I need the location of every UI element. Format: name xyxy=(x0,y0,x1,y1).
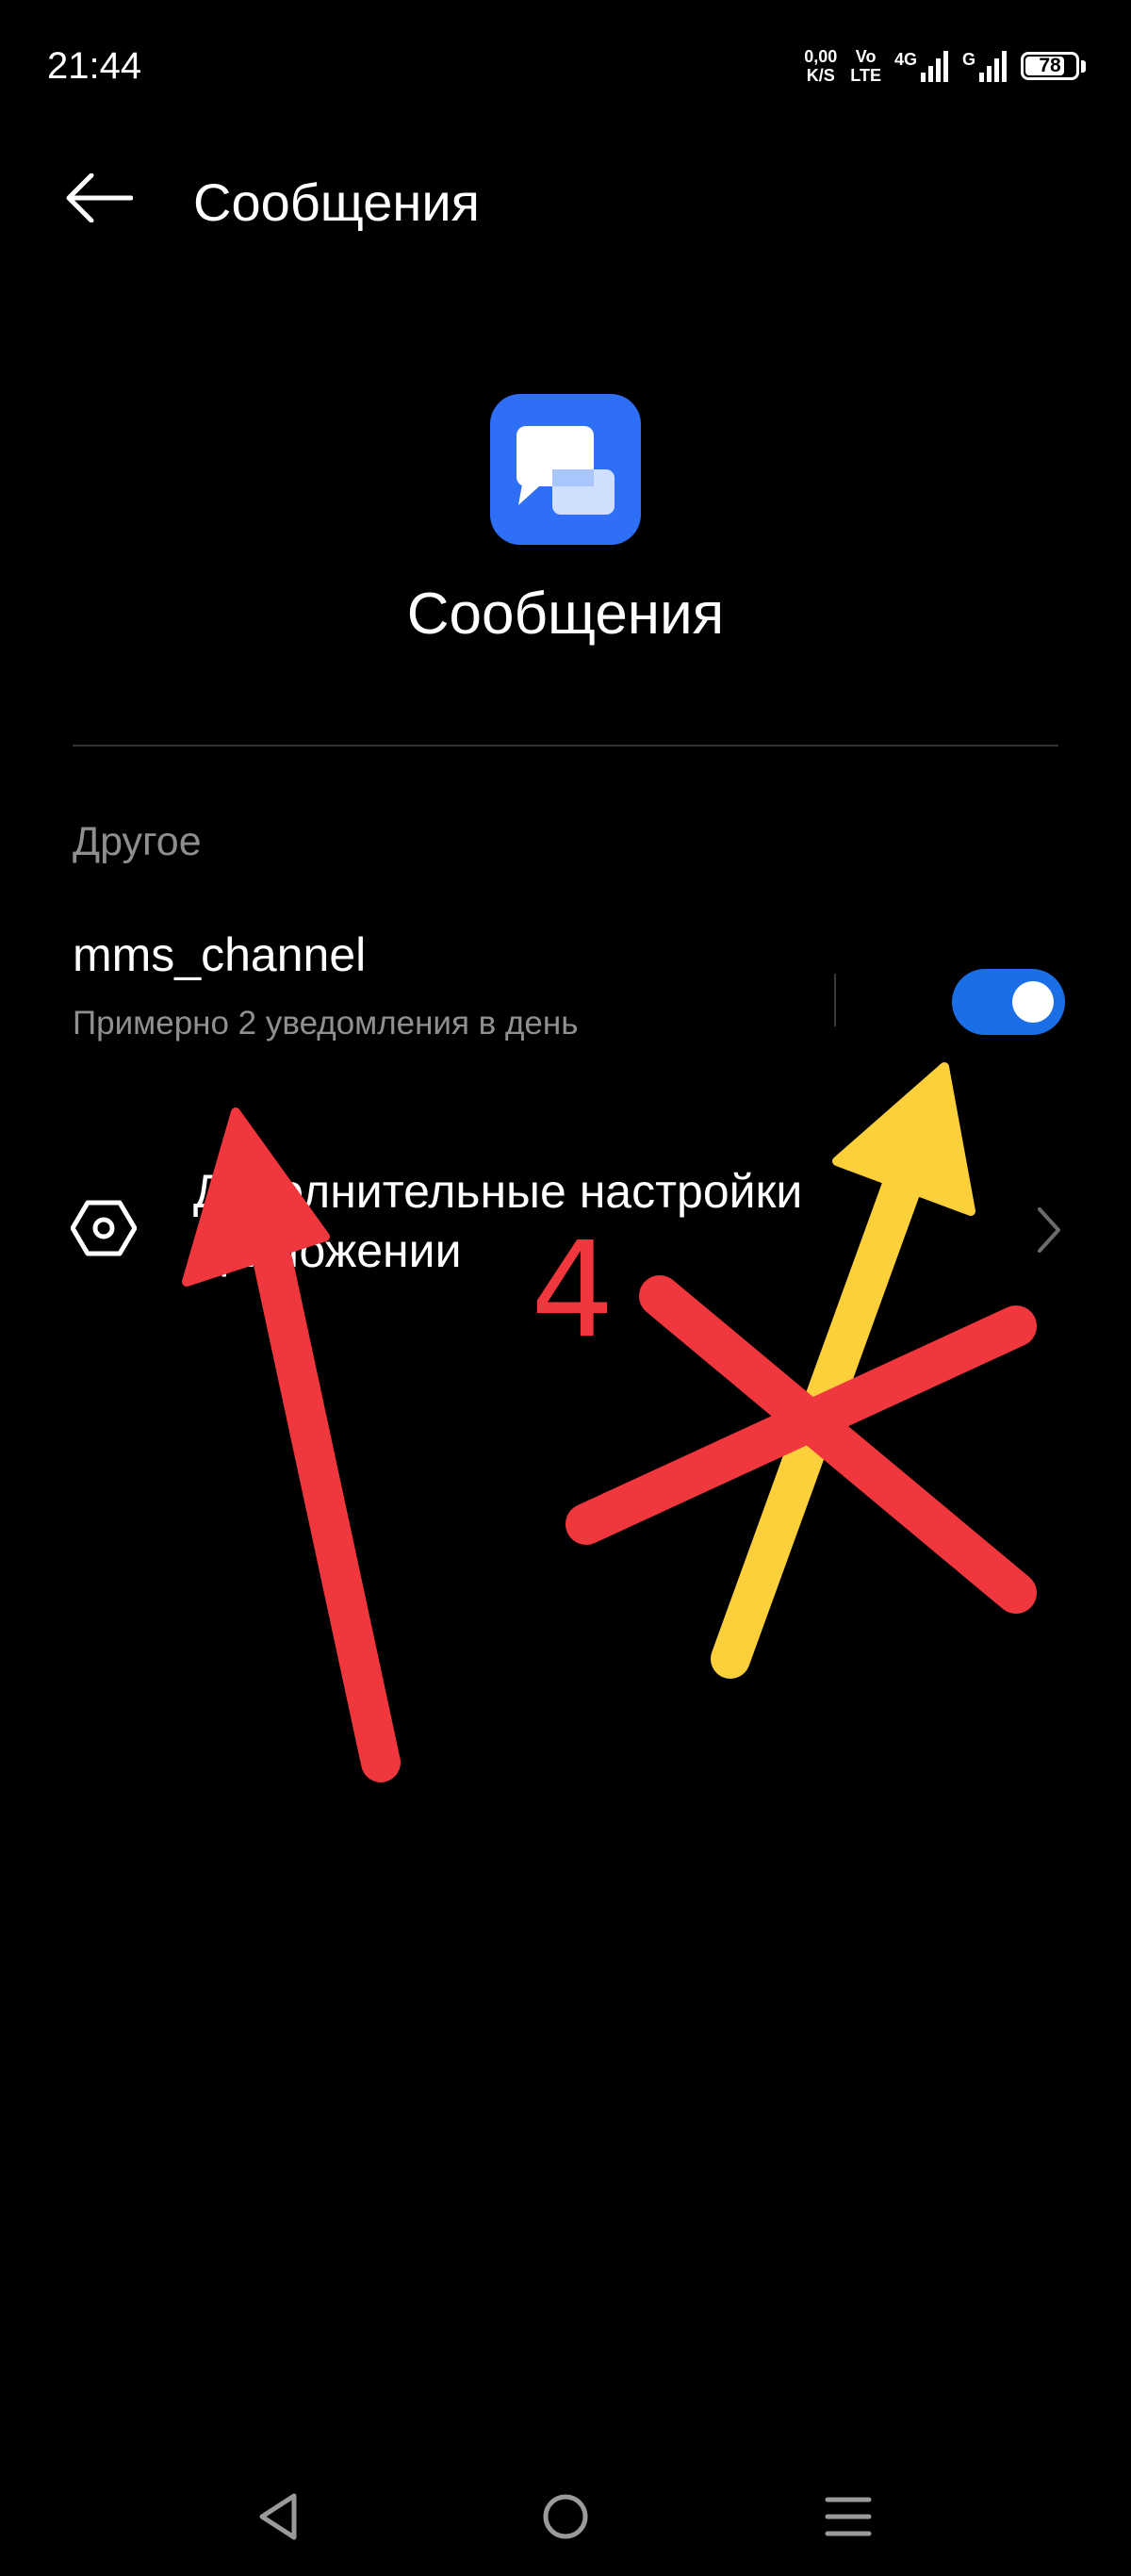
net-speed-unit: K/S xyxy=(806,66,835,85)
chat-bubbles-icon xyxy=(516,426,615,515)
toggle-knob xyxy=(1012,981,1054,1023)
back-button[interactable] xyxy=(57,160,141,236)
battery-level: 78 xyxy=(1039,55,1061,76)
nav-back-button[interactable] xyxy=(231,2469,325,2564)
volte-bottom: LTE xyxy=(850,66,881,85)
volte-top: Vo xyxy=(855,47,877,66)
app-icon xyxy=(490,394,641,545)
signal-bars-icon xyxy=(979,51,1007,82)
annotation-number: 4 xyxy=(531,1214,615,1368)
sim1-signal: 4G xyxy=(894,50,949,82)
net-speed-value: 0,00 xyxy=(804,47,838,66)
network-speed: 0,00 K/S xyxy=(804,47,837,85)
divider xyxy=(73,745,1058,747)
app-name: Сообщения xyxy=(406,582,725,647)
battery-icon: 78 xyxy=(1021,52,1079,80)
nav-home-button[interactable] xyxy=(518,2469,613,2564)
vertical-separator xyxy=(834,974,836,1026)
red-cross-annotation xyxy=(566,1275,1037,1614)
sim1-label: 4G xyxy=(893,50,917,69)
sim2-label: G xyxy=(961,50,975,69)
navigation-bar xyxy=(0,2451,1131,2576)
channel-subtitle: Примерно 2 уведомления в день xyxy=(73,1005,579,1042)
signal-bars-icon xyxy=(920,51,948,82)
hexagon-gear-icon xyxy=(71,1200,137,1256)
channel-toggle[interactable] xyxy=(952,969,1065,1035)
nav-menu-button[interactable] xyxy=(801,2469,895,2564)
status-time: 21:44 xyxy=(47,45,142,87)
status-icons: 0,00 K/S Vo LTE 4G G 78 xyxy=(804,42,1086,90)
chevron-right-icon xyxy=(1038,1207,1060,1253)
channel-title: mms_channel xyxy=(73,928,367,981)
three-lines-menu-icon xyxy=(825,2497,872,2536)
page-title: Сообщения xyxy=(193,172,480,232)
circle-home-icon xyxy=(543,2494,588,2539)
section-label: Другое xyxy=(73,819,202,864)
volte-indicator: Vo LTE xyxy=(850,47,881,85)
triangle-back-icon xyxy=(259,2493,297,2540)
sim2-signal: G xyxy=(962,50,1008,82)
battery-tip xyxy=(1081,59,1086,73)
arrow-left-icon xyxy=(66,173,133,222)
